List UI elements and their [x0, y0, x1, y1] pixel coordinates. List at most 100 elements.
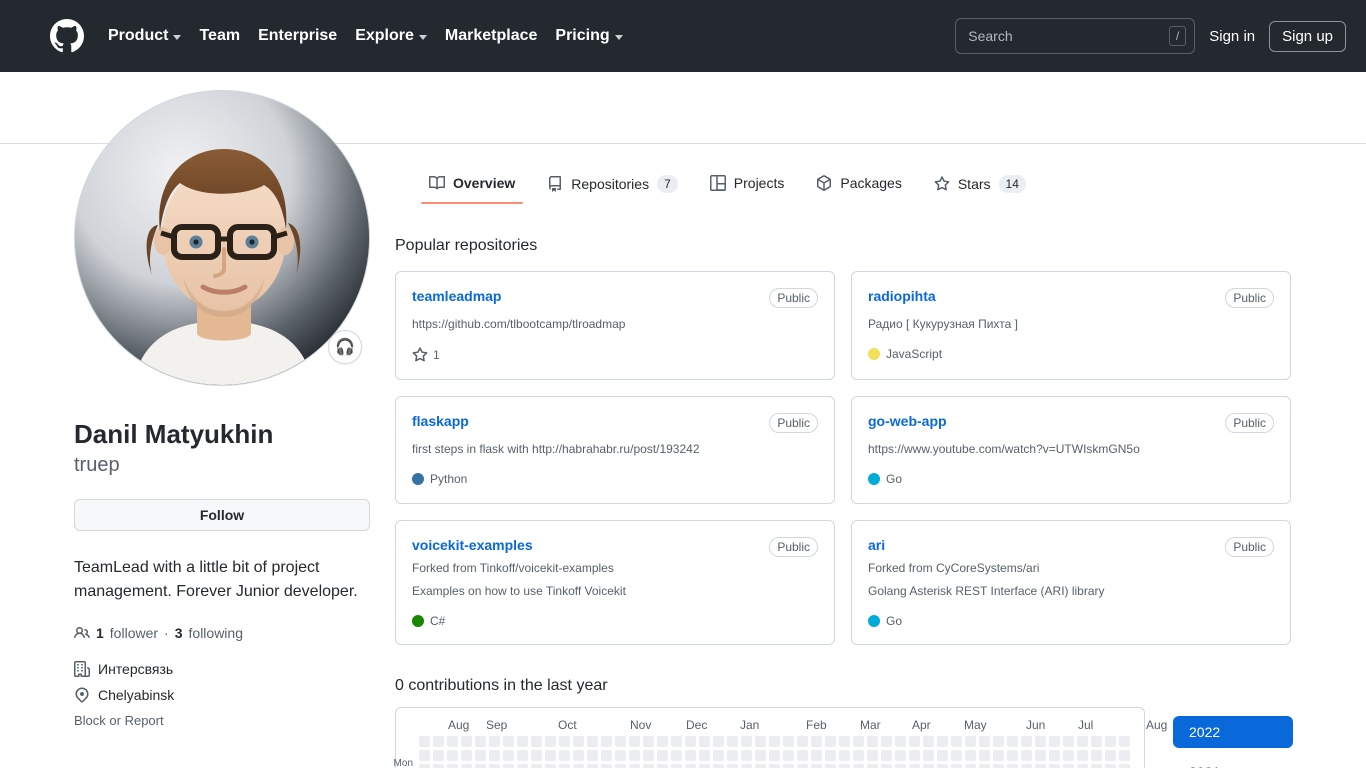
calendar-day-cell[interactable]	[657, 749, 668, 761]
calendar-day-cell[interactable]	[1035, 735, 1046, 747]
calendar-day-cell[interactable]	[825, 763, 836, 768]
calendar-day-cell[interactable]	[741, 763, 752, 768]
calendar-day-cell[interactable]	[559, 749, 570, 761]
calendar-day-cell[interactable]	[545, 735, 556, 747]
calendar-day-cell[interactable]	[993, 735, 1004, 747]
calendar-day-cell[interactable]	[783, 763, 794, 768]
repo-name-link[interactable]: flaskapp	[412, 413, 469, 429]
calendar-day-cell[interactable]	[853, 763, 864, 768]
calendar-day-cell[interactable]	[1007, 749, 1018, 761]
calendar-day-cell[interactable]	[867, 763, 878, 768]
calendar-day-cell[interactable]	[671, 735, 682, 747]
calendar-day-cell[interactable]	[993, 763, 1004, 768]
following-label[interactable]: following	[189, 625, 243, 641]
calendar-day-cell[interactable]	[587, 749, 598, 761]
calendar-day-cell[interactable]	[797, 749, 808, 761]
calendar-day-cell[interactable]	[615, 735, 626, 747]
calendar-day-cell[interactable]	[419, 749, 430, 761]
tab-repositories[interactable]: Repositories 7	[531, 175, 694, 203]
repo-card[interactable]: radiopihta Public Радио [ Кукурузная Пих…	[851, 271, 1291, 380]
calendar-day-cell[interactable]	[895, 735, 906, 747]
calendar-day-cell[interactable]	[517, 749, 528, 761]
calendar-day-cell[interactable]	[713, 749, 724, 761]
calendar-day-cell[interactable]	[811, 735, 822, 747]
calendar-day-cell[interactable]	[909, 763, 920, 768]
calendar-day-cell[interactable]	[1035, 763, 1046, 768]
calendar-day-cell[interactable]	[1049, 735, 1060, 747]
calendar-day-cell[interactable]	[741, 749, 752, 761]
calendar-day-cell[interactable]	[1021, 735, 1032, 747]
calendar-day-cell[interactable]	[545, 763, 556, 768]
avatar[interactable]	[74, 90, 370, 386]
calendar-day-cell[interactable]	[433, 749, 444, 761]
calendar-day-cell[interactable]	[573, 749, 584, 761]
calendar-day-cell[interactable]	[489, 735, 500, 747]
calendar-day-cell[interactable]	[839, 735, 850, 747]
nav-item-explore[interactable]: Explore	[355, 27, 427, 45]
calendar-day-cell[interactable]	[517, 763, 528, 768]
calendar-day-cell[interactable]	[531, 749, 542, 761]
nav-item-product[interactable]: Product	[108, 27, 182, 45]
calendar-day-cell[interactable]	[797, 735, 808, 747]
calendar-day-cell[interactable]	[951, 749, 962, 761]
calendar-day-cell[interactable]	[657, 735, 668, 747]
calendar-day-cell[interactable]	[951, 735, 962, 747]
calendar-day-cell[interactable]	[433, 735, 444, 747]
calendar-day-cell[interactable]	[503, 735, 514, 747]
repo-name-link[interactable]: voicekit-examples	[412, 537, 533, 553]
calendar-day-cell[interactable]	[853, 735, 864, 747]
calendar-day-cell[interactable]	[993, 749, 1004, 761]
tab-overview[interactable]: Overview	[413, 175, 531, 204]
calendar-day-cell[interactable]	[587, 763, 598, 768]
calendar-day-cell[interactable]	[895, 749, 906, 761]
repo-name-link[interactable]: go-web-app	[868, 413, 947, 429]
calendar-day-cell[interactable]	[461, 735, 472, 747]
calendar-day-cell[interactable]	[811, 749, 822, 761]
calendar-day-cell[interactable]	[769, 749, 780, 761]
calendar-day-cell[interactable]	[1063, 735, 1074, 747]
year-option[interactable]: 2021	[1173, 756, 1293, 768]
calendar-day-cell[interactable]	[629, 735, 640, 747]
calendar-day-cell[interactable]	[531, 763, 542, 768]
calendar-day-cell[interactable]	[923, 749, 934, 761]
calendar-day-cell[interactable]	[685, 763, 696, 768]
repo-name-link[interactable]: teamleadmap	[412, 288, 501, 304]
calendar-day-cell[interactable]	[867, 749, 878, 761]
calendar-day-cell[interactable]	[685, 735, 696, 747]
search-input[interactable]: Search /	[955, 18, 1196, 54]
calendar-day-cell[interactable]	[979, 749, 990, 761]
calendar-day-cell[interactable]	[965, 735, 976, 747]
calendar-day-cell[interactable]	[881, 735, 892, 747]
calendar-day-cell[interactable]	[559, 763, 570, 768]
calendar-day-cell[interactable]	[489, 749, 500, 761]
calendar-day-cell[interactable]	[433, 763, 444, 768]
repo-card[interactable]: ari Public Forked from CyCoreSystems/ari…	[851, 519, 1291, 645]
calendar-day-cell[interactable]	[881, 749, 892, 761]
calendar-day-cell[interactable]	[783, 735, 794, 747]
calendar-day-cell[interactable]	[909, 749, 920, 761]
calendar-day-cell[interactable]	[615, 763, 626, 768]
calendar-day-cell[interactable]	[1091, 763, 1102, 768]
calendar-day-cell[interactable]	[517, 735, 528, 747]
calendar-day-cell[interactable]	[601, 749, 612, 761]
repo-card[interactable]: teamleadmap Public https://github.com/tl…	[395, 271, 835, 380]
calendar-day-cell[interactable]	[825, 749, 836, 761]
follow-button[interactable]: Follow	[74, 498, 370, 531]
calendar-day-cell[interactable]	[895, 763, 906, 768]
calendar-day-cell[interactable]	[461, 763, 472, 768]
calendar-day-cell[interactable]	[769, 735, 780, 747]
calendar-day-cell[interactable]	[1035, 749, 1046, 761]
calendar-day-cell[interactable]	[447, 735, 458, 747]
calendar-day-cell[interactable]	[1105, 735, 1116, 747]
calendar-day-cell[interactable]	[755, 749, 766, 761]
calendar-day-cell[interactable]	[1021, 749, 1032, 761]
calendar-day-cell[interactable]	[713, 735, 724, 747]
calendar-day-cell[interactable]	[657, 763, 668, 768]
calendar-day-cell[interactable]	[699, 735, 710, 747]
calendar-day-cell[interactable]	[671, 749, 682, 761]
calendar-day-cell[interactable]	[979, 735, 990, 747]
calendar-day-cell[interactable]	[587, 735, 598, 747]
calendar-day-cell[interactable]	[811, 763, 822, 768]
calendar-day-cell[interactable]	[741, 735, 752, 747]
repo-card[interactable]: flaskapp Public first steps in flask wit…	[395, 395, 835, 504]
